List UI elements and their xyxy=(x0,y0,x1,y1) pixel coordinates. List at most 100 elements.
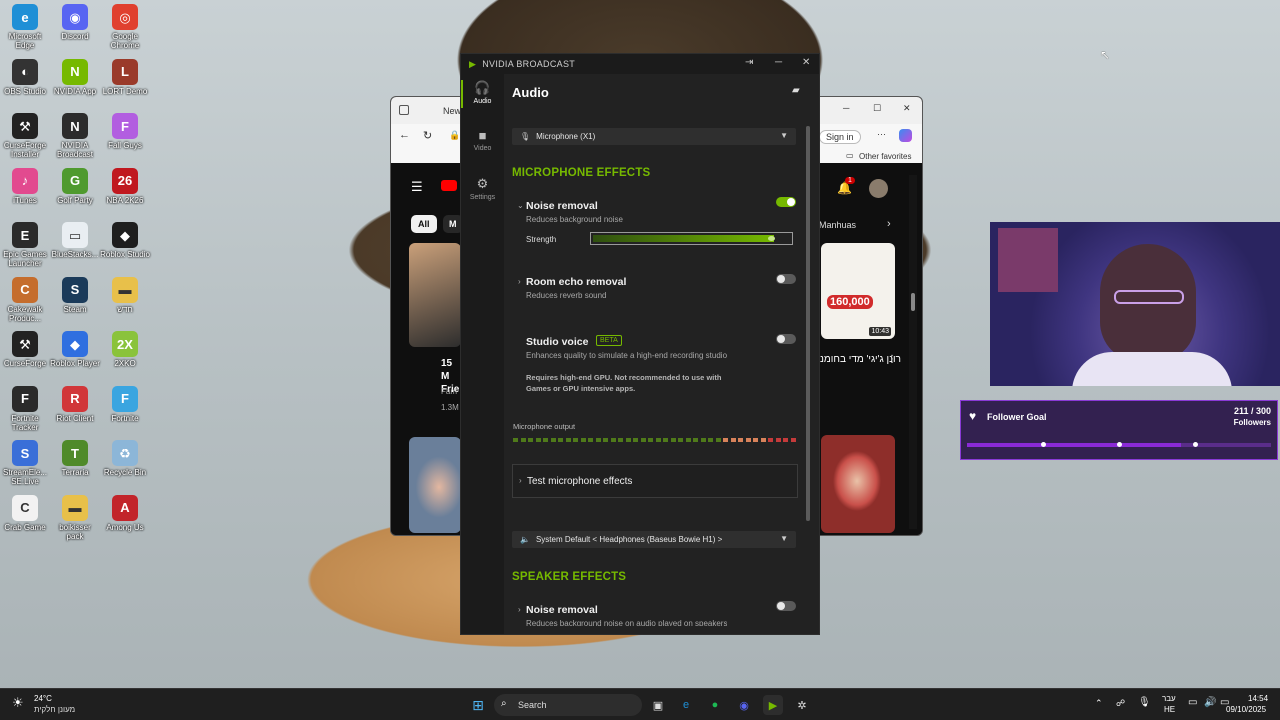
edge-taskbar-icon[interactable]: e xyxy=(676,695,696,715)
feedback-icon[interactable]: ▰ xyxy=(792,85,800,96)
desktop-icon[interactable]: C Cakewalk Produc... xyxy=(0,276,50,323)
tray-mic-icon[interactable]: 🎙 xyxy=(1138,697,1151,708)
chevron-right-icon[interactable]: › xyxy=(518,277,521,286)
video-thumbnail-left-2[interactable] xyxy=(409,437,461,533)
desktop-icon[interactable]: ◆ Roblox Studio xyxy=(100,222,150,259)
desktop-icon[interactable]: 26 NBA 2K26 xyxy=(100,167,150,205)
desktop-icon[interactable]: S StreamEle... SE.Live xyxy=(0,440,50,486)
panel-scrollbar-thumb[interactable] xyxy=(806,126,810,521)
scrollbar-thumb[interactable] xyxy=(911,293,915,311)
desktop-icon[interactable]: F Fortnite Tracker xyxy=(0,385,50,432)
speaker-select[interactable]: 🔈 System Default < Headphones (Baseus Bo… xyxy=(512,531,796,548)
desktop-icon[interactable]: ▭ BlueStacks... xyxy=(50,222,100,259)
maximize-icon[interactable]: ☐ xyxy=(873,103,881,114)
spotify-taskbar-icon[interactable]: ● xyxy=(705,695,725,715)
sidebar-item-audio[interactable]: 🎧 Audio xyxy=(461,80,504,105)
panel-scrollbar[interactable] xyxy=(806,126,810,521)
desktop-icon[interactable]: C Crab Game xyxy=(0,494,50,532)
desktop-icon[interactable]: ⚒ CurseForge xyxy=(0,331,50,368)
video-channel[interactable]: Fam xyxy=(441,387,457,396)
desktop-icon[interactable]: ◐ OBS Studio xyxy=(0,58,50,96)
lang-code[interactable]: HE xyxy=(1164,705,1175,714)
sidebar-item-settings[interactable]: ⚙ Settings xyxy=(461,176,504,201)
task-view-icon[interactable]: ▣ xyxy=(648,695,668,715)
volume-icon[interactable]: 🔊 xyxy=(1204,697,1216,708)
studio-voice-title: Studio voice xyxy=(526,336,589,348)
chip-all[interactable]: All xyxy=(411,215,437,233)
back-icon[interactable]: ← xyxy=(399,129,410,141)
microphone-select[interactable]: 🎙 Microphone (X1) ▼ xyxy=(512,128,796,145)
copilot-icon[interactable] xyxy=(899,129,912,142)
weather-icon[interactable]: ☀ xyxy=(12,695,24,711)
video-thumbnail-right-2[interactable] xyxy=(821,435,895,533)
other-favorites[interactable]: Other favorites xyxy=(859,152,911,161)
nvidia-broadcast-window[interactable]: ▶ NVIDIA BROADCAST ⇥ ─ ✕ 🎧 Audio ■ Video… xyxy=(460,53,820,635)
close-icon[interactable]: ✕ xyxy=(903,103,911,114)
speaker-noise-toggle[interactable] xyxy=(776,601,796,611)
chevron-right-icon[interactable]: › xyxy=(518,605,521,614)
desktop-icon[interactable]: N NVIDIA App xyxy=(50,58,100,96)
lang-hebrew[interactable]: עבר xyxy=(1162,694,1176,703)
desktop-icon[interactable]: R Riot Client xyxy=(50,385,100,423)
avatar[interactable] xyxy=(869,179,888,198)
desktop-icon[interactable]: ◆ Roblox Player xyxy=(50,331,100,368)
test-microphone-button[interactable]: › Test microphone effects xyxy=(512,464,798,498)
clock-date[interactable]: 09/10/2025 xyxy=(1226,705,1266,714)
minimize-icon[interactable]: ─ xyxy=(775,57,782,68)
tray-app-icon[interactable]: ☍ xyxy=(1116,698,1125,709)
desktop-icon[interactable]: ♪ iTunes xyxy=(0,167,50,205)
studio-voice-toggle[interactable] xyxy=(776,334,796,344)
desktop-icon[interactable]: F Fortnite xyxy=(100,385,150,423)
desktop-icon[interactable]: ◉ Discord xyxy=(50,4,100,41)
chevron-right-icon[interactable]: › xyxy=(887,218,891,230)
noise-removal-toggle[interactable] xyxy=(776,197,796,207)
desktop-icon[interactable]: ▬ חדש xyxy=(100,276,150,314)
close-icon[interactable]: ✕ xyxy=(802,57,811,68)
nvidia-taskbar-icon[interactable]: ▶ xyxy=(763,695,783,715)
tray-overflow-icon[interactable]: ⌃ xyxy=(1095,698,1103,709)
sidebar-item-video[interactable]: ■ Video xyxy=(461,128,504,152)
video-more-icon[interactable]: ⋮ xyxy=(887,354,897,365)
menu-icon[interactable]: ☰ xyxy=(411,179,423,195)
video-thumbnail-right[interactable]: 160,000 10:43 xyxy=(821,243,895,339)
desktop-icon[interactable]: ◎ Google Chrome xyxy=(100,4,150,50)
desktop-icon[interactable]: e Microsoft Edge xyxy=(0,4,50,50)
chatgpt-taskbar-icon[interactable]: ✲ xyxy=(792,695,812,715)
follower-goal-label: Follower Goal xyxy=(987,412,1047,422)
discord-taskbar-icon[interactable]: ◉ xyxy=(734,695,754,715)
desktop-icon[interactable]: 2X 2XKO xyxy=(100,331,150,368)
scrollbar[interactable] xyxy=(909,175,917,529)
weather-temp[interactable]: 24°C xyxy=(34,694,52,703)
refresh-icon[interactable]: ↻ xyxy=(423,129,432,142)
room-echo-toggle[interactable] xyxy=(776,274,796,284)
desktop-icon[interactable]: F Fall Guys xyxy=(100,113,150,150)
desktop-icon[interactable]: E Epic Games Launcher xyxy=(0,222,50,268)
sign-in-button[interactable]: Sign in xyxy=(819,130,861,144)
video-thumbnail-left[interactable] xyxy=(409,243,461,347)
desktop-icon[interactable]: N NVIDIA Broadcast xyxy=(50,113,100,159)
strength-slider[interactable] xyxy=(590,232,793,245)
desktop-icon-label: Discord xyxy=(61,32,89,41)
tab-title[interactable]: New xyxy=(443,106,461,116)
pin-icon[interactable]: ⇥ xyxy=(745,57,754,68)
desktop-icon[interactable]: ⚒ CurseForge Installer xyxy=(0,113,50,159)
chip-manhuas[interactable]: Manhuas xyxy=(819,220,856,230)
youtube-logo-icon[interactable] xyxy=(441,180,457,191)
chevron-down-icon: ▼ xyxy=(780,131,788,140)
desktop-icon[interactable]: G Golf Party xyxy=(50,167,100,205)
desktop-icon[interactable]: ♻ Recycle Bin xyxy=(100,440,150,477)
desktop-icon[interactable]: ▬ boikisser pack xyxy=(50,494,100,541)
desktop-icon[interactable]: S Steam xyxy=(50,276,100,314)
chevron-expand-icon[interactable]: ⌄ xyxy=(517,201,524,210)
more-icon[interactable]: ··· xyxy=(877,129,886,139)
minimize-icon[interactable]: ─ xyxy=(843,103,849,113)
search-box[interactable]: ⌕ Search xyxy=(494,694,642,716)
network-icon[interactable]: ▭ xyxy=(1188,697,1197,708)
desktop-icon[interactable]: T Terraria xyxy=(50,440,100,477)
camera-icon: ■ xyxy=(478,128,487,143)
weather-desc[interactable]: מעונן חלקית xyxy=(34,705,75,714)
desktop-icon[interactable]: L LORT Demo xyxy=(100,58,150,96)
desktop-icon[interactable]: A Among Us xyxy=(100,494,150,532)
start-button[interactable]: ⊞ xyxy=(468,695,488,715)
clock-time[interactable]: 14:54 xyxy=(1248,694,1268,703)
